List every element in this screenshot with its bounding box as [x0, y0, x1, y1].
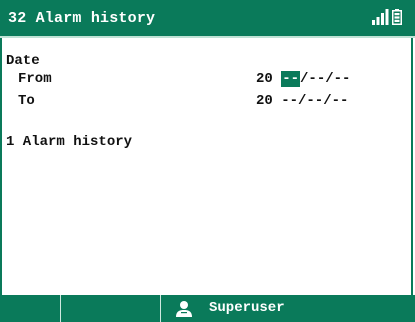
user-softkey[interactable]: Superuser [161, 295, 415, 322]
softkey-bar: Superuser [0, 295, 415, 322]
from-date-rest: /--/-- [300, 71, 351, 87]
from-year-segment[interactable]: -- [281, 71, 301, 87]
to-label: To [18, 93, 35, 109]
page-title: 32 Alarm history [8, 10, 156, 27]
battery-icon [392, 9, 402, 25]
softkey-1[interactable] [0, 295, 61, 322]
status-icons [371, 9, 407, 27]
to-date-field[interactable]: 20 --/--/-- [256, 93, 348, 109]
from-date-field[interactable]: 20 --/--/-- [256, 71, 350, 87]
signal-bars-icon [372, 9, 389, 25]
softkey-2[interactable] [61, 295, 161, 322]
from-date-prefix: 20 [256, 71, 282, 87]
title-bar: 32 Alarm history [0, 0, 415, 36]
content-area: Date From 20 --/--/-- To 20 --/--/-- 1 A… [0, 38, 415, 295]
user-label: Superuser [209, 300, 285, 316]
user-icon [176, 301, 192, 317]
from-label: From [18, 71, 52, 87]
alarm-history-item[interactable]: 1 Alarm history [6, 134, 132, 150]
date-label: Date [6, 53, 40, 69]
